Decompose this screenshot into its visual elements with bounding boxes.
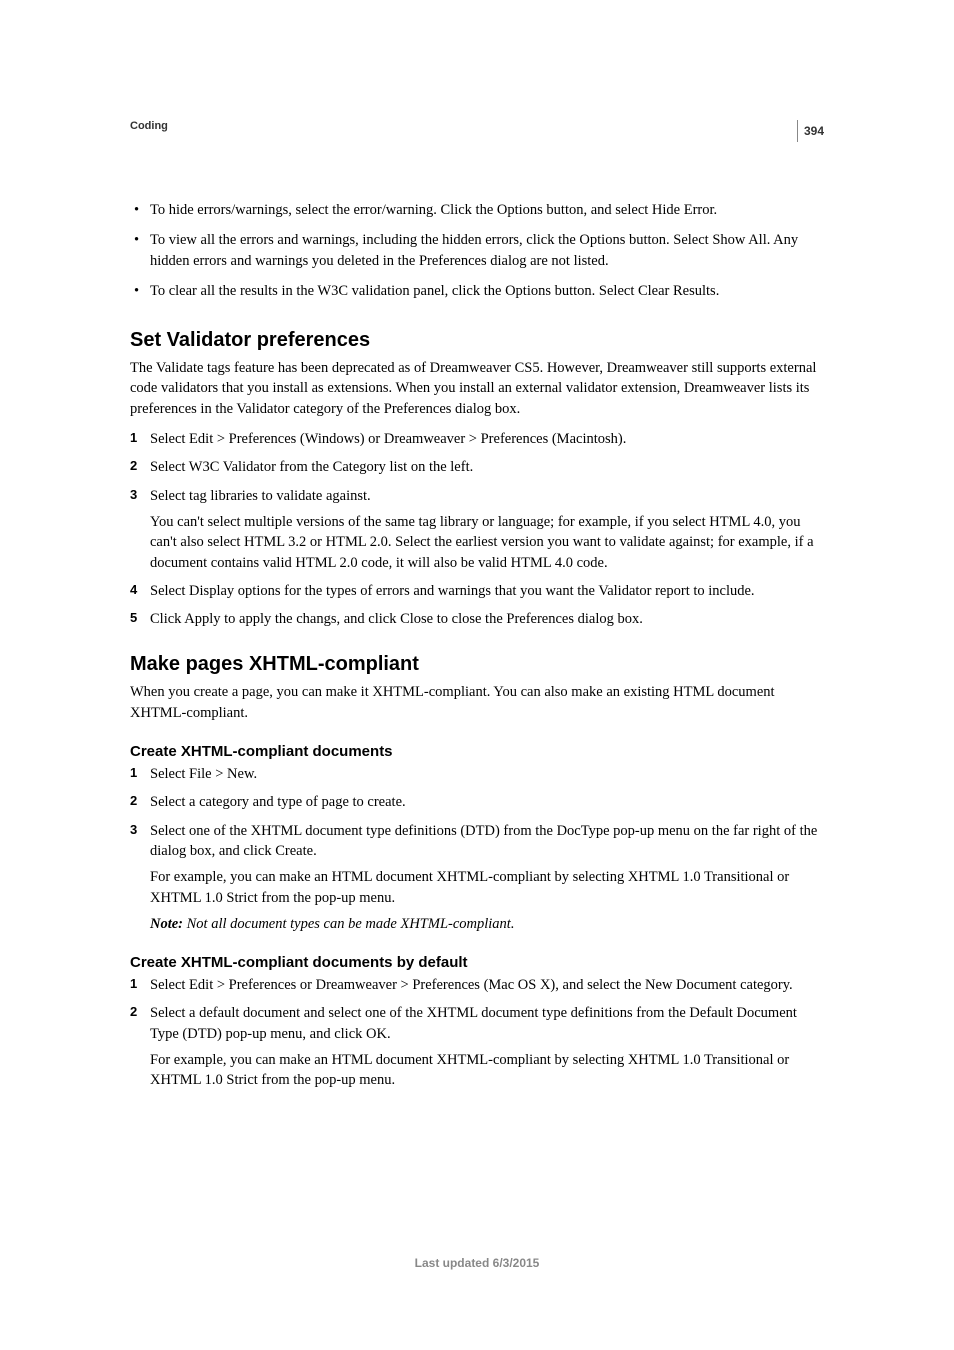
step-item: Select one of the XHTML document type de… xyxy=(130,821,824,934)
step-subtext: For example, you can make an HTML docume… xyxy=(150,1050,824,1091)
list-item: To clear all the results in the W3C vali… xyxy=(130,281,824,301)
heading-create-xhtml: Create XHTML-compliant documents xyxy=(130,743,824,760)
note-text: Not all document types can be made XHTML… xyxy=(183,916,514,932)
page-content: Coding 394 To hide errors/warnings, sele… xyxy=(0,0,954,1091)
heading-set-validator: Set Validator preferences xyxy=(130,329,824,352)
step-text: Select tag libraries to validate against… xyxy=(150,488,371,504)
step-text: Select a default document and select one… xyxy=(150,1005,797,1041)
note: Note: Not all document types can be made… xyxy=(150,914,824,934)
step-item: Select W3C Validator from the Category l… xyxy=(130,457,824,477)
validator-intro: The Validate tags feature has been depre… xyxy=(130,358,824,419)
create-xhtml-default-steps: Select Edit > Preferences or Dreamweaver… xyxy=(130,975,824,1090)
step-subtext: You can't select multiple versions of th… xyxy=(150,512,824,573)
list-item: To view all the errors and warnings, inc… xyxy=(130,230,824,271)
step-item: Select a category and type of page to cr… xyxy=(130,792,824,812)
step-item: Select Edit > Preferences (Windows) or D… xyxy=(130,429,824,449)
page-number-box: 394 xyxy=(797,120,824,142)
step-item: Select tag libraries to validate against… xyxy=(130,486,824,573)
page-header: Coding 394 xyxy=(130,120,824,142)
heading-create-xhtml-default: Create XHTML-compliant documents by defa… xyxy=(130,954,824,971)
options-bullet-list: To hide errors/warnings, select the erro… xyxy=(130,200,824,301)
validator-steps: Select Edit > Preferences (Windows) or D… xyxy=(130,429,824,629)
heading-xhtml: Make pages XHTML-compliant xyxy=(130,653,824,676)
create-xhtml-steps: Select File > New. Select a category and… xyxy=(130,764,824,934)
page-number: 394 xyxy=(804,124,824,138)
note-label: Note: xyxy=(150,916,183,932)
step-item: Click Apply to apply the changs, and cli… xyxy=(130,609,824,629)
step-item: Select File > New. xyxy=(130,764,824,784)
footer-last-updated: Last updated 6/3/2015 xyxy=(0,1256,954,1270)
step-item: Select a default document and select one… xyxy=(130,1003,824,1090)
step-subtext: For example, you can make an HTML docume… xyxy=(150,867,824,908)
xhtml-intro: When you create a page, you can make it … xyxy=(130,682,824,723)
step-item: Select Display options for the types of … xyxy=(130,581,824,601)
section-name: Coding xyxy=(130,120,168,132)
list-item: To hide errors/warnings, select the erro… xyxy=(130,200,824,220)
step-item: Select Edit > Preferences or Dreamweaver… xyxy=(130,975,824,995)
step-text: Select one of the XHTML document type de… xyxy=(150,823,817,859)
